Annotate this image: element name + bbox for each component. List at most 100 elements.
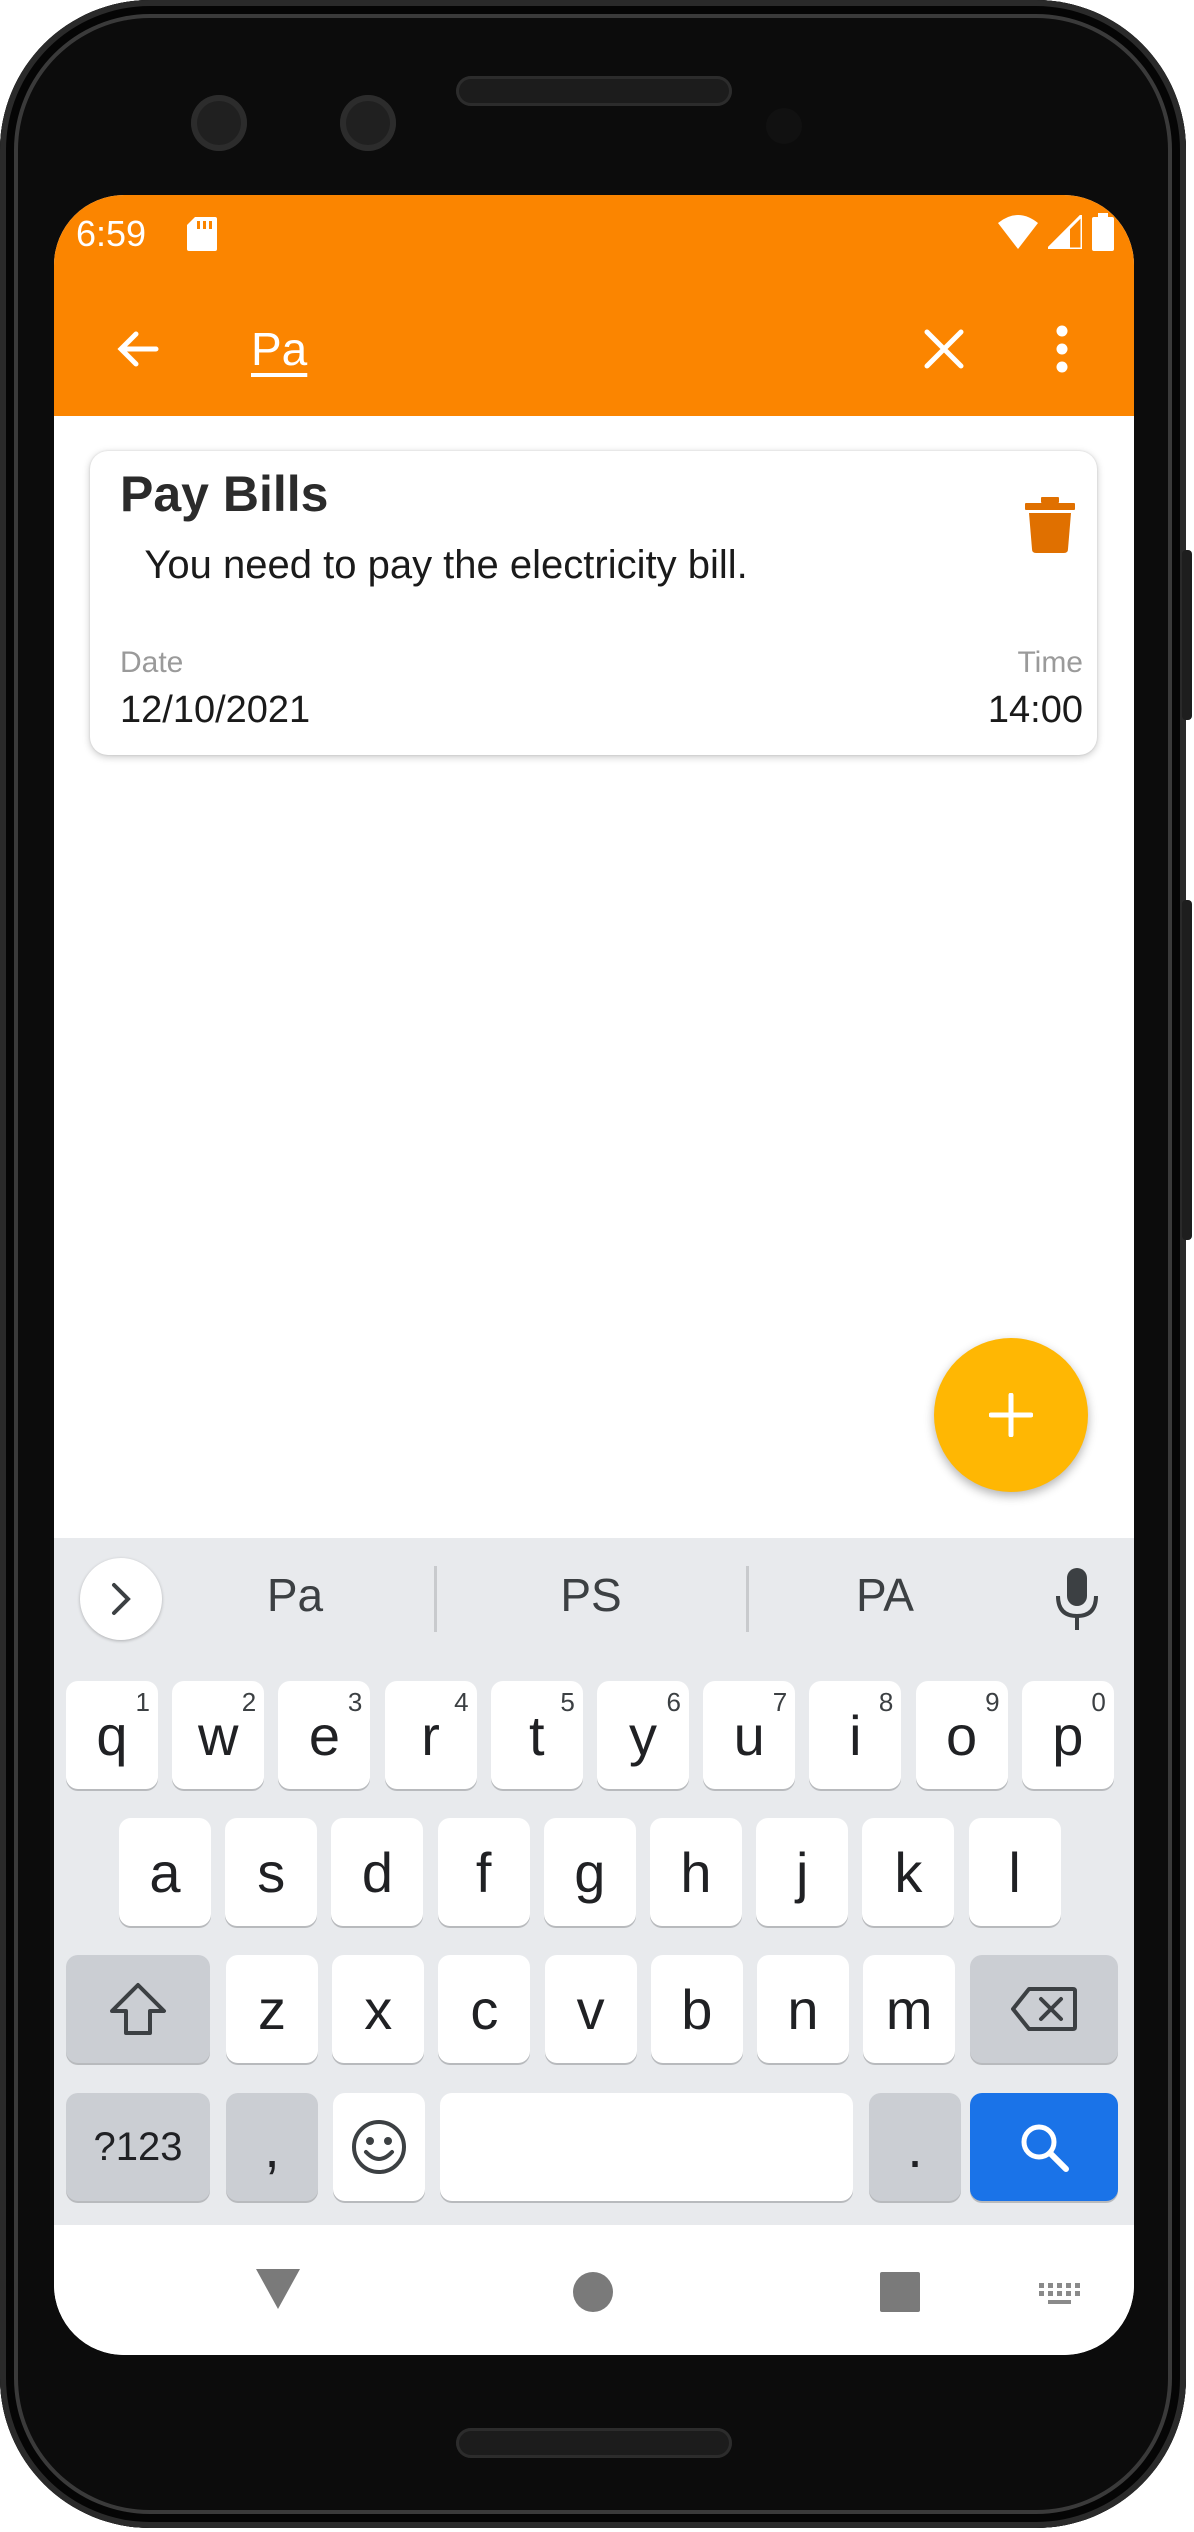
- key-b[interactable]: b: [650, 1955, 743, 2063]
- key-t[interactable]: t5: [490, 1681, 583, 1789]
- key-label: r: [421, 1703, 440, 1767]
- key-v[interactable]: v: [544, 1955, 637, 2063]
- key-g[interactable]: g: [543, 1818, 636, 1926]
- key-x[interactable]: x: [332, 1955, 425, 2063]
- key-hint: 8: [878, 1687, 894, 1717]
- key-label: j: [795, 1840, 809, 1904]
- clear-search-button[interactable]: [904, 309, 984, 389]
- key-hint: 4: [454, 1687, 469, 1717]
- close-icon: [924, 329, 964, 369]
- key-l[interactable]: l: [968, 1818, 1061, 1926]
- volume-button: [1182, 900, 1192, 1240]
- suggestion-divider: [434, 1566, 437, 1632]
- key-w[interactable]: w2: [172, 1681, 265, 1789]
- key-c[interactable]: c: [438, 1955, 531, 2063]
- key-k[interactable]: k: [862, 1818, 955, 1926]
- key-label: y: [629, 1703, 657, 1767]
- space-key[interactable]: [440, 2093, 853, 2201]
- key-d[interactable]: d: [331, 1818, 424, 1926]
- nav-recents-icon[interactable]: [880, 2272, 920, 2312]
- phone-frame: 6:59 Pa Pay Bills You need to pay the el…: [0, 0, 1192, 2528]
- search-key[interactable]: [970, 2093, 1118, 2201]
- key-label: f: [475, 1840, 492, 1904]
- key-label: e: [308, 1703, 340, 1767]
- emoji-key[interactable]: [333, 2093, 425, 2201]
- key-hint: 6: [666, 1687, 681, 1717]
- nav-back-icon[interactable]: [254, 2267, 302, 2311]
- chevron-right-icon: [112, 1583, 131, 1615]
- key-u[interactable]: u7: [703, 1681, 796, 1789]
- date-label: Date: [120, 646, 184, 679]
- key-a[interactable]: a: [119, 1818, 211, 1926]
- key-z[interactable]: z: [226, 1955, 318, 2063]
- key-label: v: [576, 1977, 605, 2041]
- shift-key[interactable]: [66, 1955, 210, 2063]
- keyboard-switch-icon[interactable]: [1037, 2281, 1085, 2307]
- power-button: [1182, 550, 1192, 720]
- more-vert-icon: [1056, 325, 1068, 373]
- search-input[interactable]: Pa: [251, 309, 307, 389]
- suggestion-1[interactable]: Pa: [195, 1568, 395, 1622]
- key-label: k: [894, 1840, 923, 1904]
- emoji-icon: [352, 2120, 406, 2174]
- key-hint: 3: [347, 1687, 363, 1717]
- suggestion-strip: Pa PS PA: [54, 1538, 1134, 1660]
- key-hint: 9: [985, 1687, 1000, 1717]
- delete-icon[interactable]: [1025, 497, 1075, 553]
- key-hint: 1: [135, 1687, 150, 1717]
- battery-icon: [1092, 213, 1114, 251]
- key-label: t: [529, 1703, 545, 1767]
- key-r[interactable]: r4: [384, 1681, 477, 1789]
- bottom-speaker: [456, 2428, 732, 2458]
- search-icon: [1021, 2124, 1069, 2172]
- front-camera-right: [340, 95, 396, 151]
- key-label: q: [96, 1703, 128, 1767]
- add-task-button[interactable]: [934, 1338, 1088, 1492]
- task-description: You need to pay the electricity bill.: [134, 543, 748, 587]
- key-e[interactable]: e3: [278, 1681, 371, 1789]
- key-p[interactable]: p0: [1021, 1681, 1114, 1789]
- overflow-menu-button[interactable]: [1032, 309, 1092, 389]
- key-q[interactable]: q1: [66, 1681, 158, 1789]
- key-label: o: [946, 1703, 978, 1767]
- key-label: x: [364, 1977, 393, 2041]
- proximity-sensor: [766, 108, 802, 144]
- backspace-key[interactable]: [970, 1955, 1118, 2063]
- suggestion-3[interactable]: PA: [785, 1568, 985, 1622]
- shift-icon: [110, 1983, 166, 2035]
- key-f[interactable]: f: [437, 1818, 530, 1926]
- symbols-key[interactable]: ?123: [66, 2093, 210, 2201]
- earpiece-speaker: [456, 76, 732, 106]
- expand-toolbar-button[interactable]: [80, 1558, 162, 1640]
- key-label: a: [149, 1840, 181, 1904]
- key-hint: 2: [241, 1687, 257, 1717]
- key-n[interactable]: n: [757, 1955, 849, 2063]
- arrow-back-icon: [117, 331, 159, 367]
- key-j[interactable]: j: [756, 1818, 849, 1926]
- key-i[interactable]: i8: [809, 1681, 902, 1789]
- nav-home-icon[interactable]: [571, 2270, 615, 2314]
- search-app-bar: Pa: [54, 279, 1134, 416]
- cell-signal-icon: [1048, 215, 1082, 249]
- key-m[interactable]: m: [863, 1955, 956, 2063]
- key-o[interactable]: o9: [915, 1681, 1008, 1789]
- back-button[interactable]: [98, 309, 178, 389]
- key-label: g: [574, 1840, 606, 1904]
- key-hint: 0: [1091, 1687, 1106, 1717]
- key-s[interactable]: s: [225, 1818, 318, 1926]
- time-value: 14:00: [987, 689, 1083, 731]
- key-label: u: [733, 1703, 765, 1767]
- task-card[interactable]: Pay Bills You need to pay the electricit…: [90, 451, 1097, 755]
- key-label: w: [197, 1703, 239, 1767]
- microphone-icon[interactable]: [1052, 1566, 1102, 1632]
- key-label: m: [885, 1977, 933, 2041]
- key-hint: 7: [772, 1687, 788, 1717]
- comma-key[interactable]: ,: [226, 2093, 318, 2201]
- wifi-icon: [998, 215, 1038, 249]
- suggestion-2[interactable]: PS: [491, 1568, 691, 1622]
- period-key[interactable]: .: [869, 2093, 961, 2201]
- key-y[interactable]: y6: [597, 1681, 689, 1789]
- key-label: d: [361, 1840, 393, 1904]
- date-value: 12/10/2021: [120, 689, 311, 731]
- key-h[interactable]: h: [650, 1818, 742, 1926]
